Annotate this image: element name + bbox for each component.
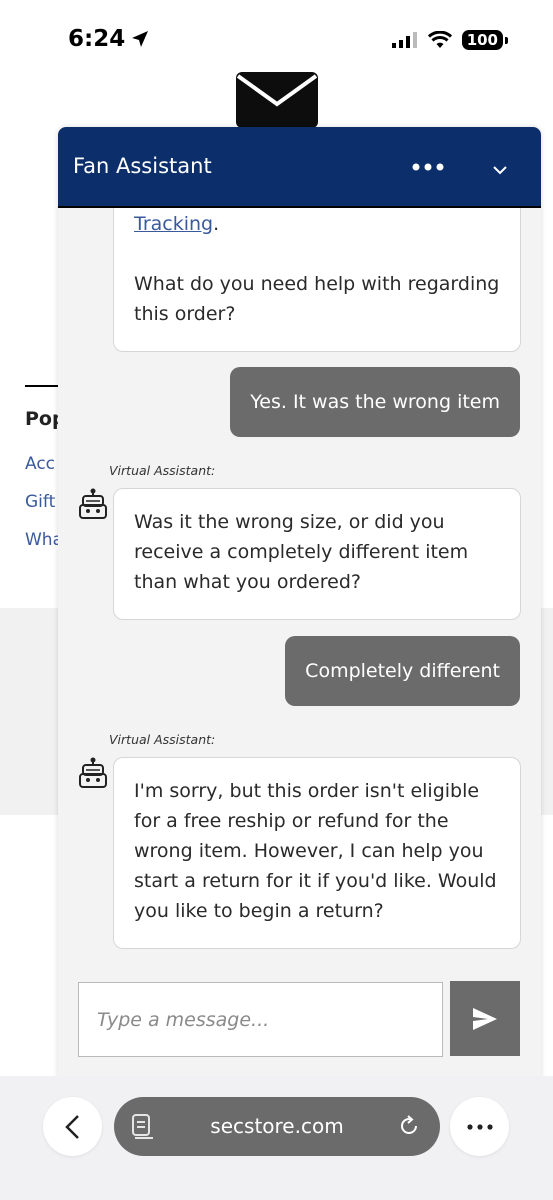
minimize-chat-button[interactable]	[488, 157, 512, 181]
ellipsis-icon	[412, 163, 444, 171]
wifi-icon	[427, 31, 452, 48]
link-suffix: .	[213, 213, 220, 235]
status-icons: 100	[391, 30, 509, 50]
send-button[interactable]	[450, 981, 520, 1056]
chat-widget: Fan Assistant Tracking. What do you need…	[58, 127, 541, 1087]
bot-message: I'm sorry, but this order isn't eligible…	[113, 757, 521, 949]
location-arrow-icon	[132, 31, 149, 47]
bot-message: Was it the wrong size, or did you receiv…	[113, 488, 521, 620]
send-icon	[473, 1007, 497, 1030]
status-bar: 6:24 100	[0, 0, 553, 80]
footer-link-account[interactable]: Acc	[25, 454, 55, 474]
user-message: Completely different	[285, 636, 520, 706]
footer-link-gift[interactable]: Gift	[25, 492, 55, 512]
cellular-signal-icon	[391, 32, 417, 48]
message-list[interactable]: Tracking. What do you need help with reg…	[58, 208, 541, 978]
address-bar[interactable]: secstore.com	[114, 1097, 440, 1156]
chat-header: Fan Assistant	[58, 127, 541, 208]
bot-avatar-icon	[79, 757, 107, 788]
message-input[interactable]	[78, 982, 443, 1057]
reload-icon[interactable]	[397, 1114, 421, 1138]
bot-message-link-line: Tracking.	[134, 209, 500, 239]
chevron-left-icon	[64, 1114, 79, 1139]
chevron-down-icon	[493, 166, 507, 175]
chat-title: Fan Assistant	[73, 154, 212, 178]
message-composer	[58, 978, 541, 1087]
browser-toolbar: secstore.com	[0, 1076, 553, 1200]
back-button[interactable]	[43, 1097, 102, 1156]
url-text: secstore.com	[210, 1114, 344, 1138]
browser-more-button[interactable]	[450, 1097, 509, 1156]
bot-message-text: What do you need help with regarding thi…	[134, 273, 500, 325]
status-time-group: 6:24	[68, 26, 149, 52]
bot-avatar-icon	[79, 488, 107, 519]
tracking-link[interactable]: Tracking	[134, 213, 213, 235]
bot-message: Tracking. What do you need help with reg…	[113, 208, 521, 352]
more-options-button[interactable]	[410, 155, 446, 179]
clock-time: 6:24	[68, 26, 126, 52]
mail-icon[interactable]	[236, 72, 318, 128]
virtual-assistant-label: Virtual Assistant:	[109, 463, 216, 478]
virtual-assistant-label: Virtual Assistant:	[109, 732, 216, 747]
battery-icon: 100	[461, 30, 509, 50]
ellipsis-icon	[466, 1123, 493, 1130]
user-message: Yes. It was the wrong item	[230, 367, 520, 437]
